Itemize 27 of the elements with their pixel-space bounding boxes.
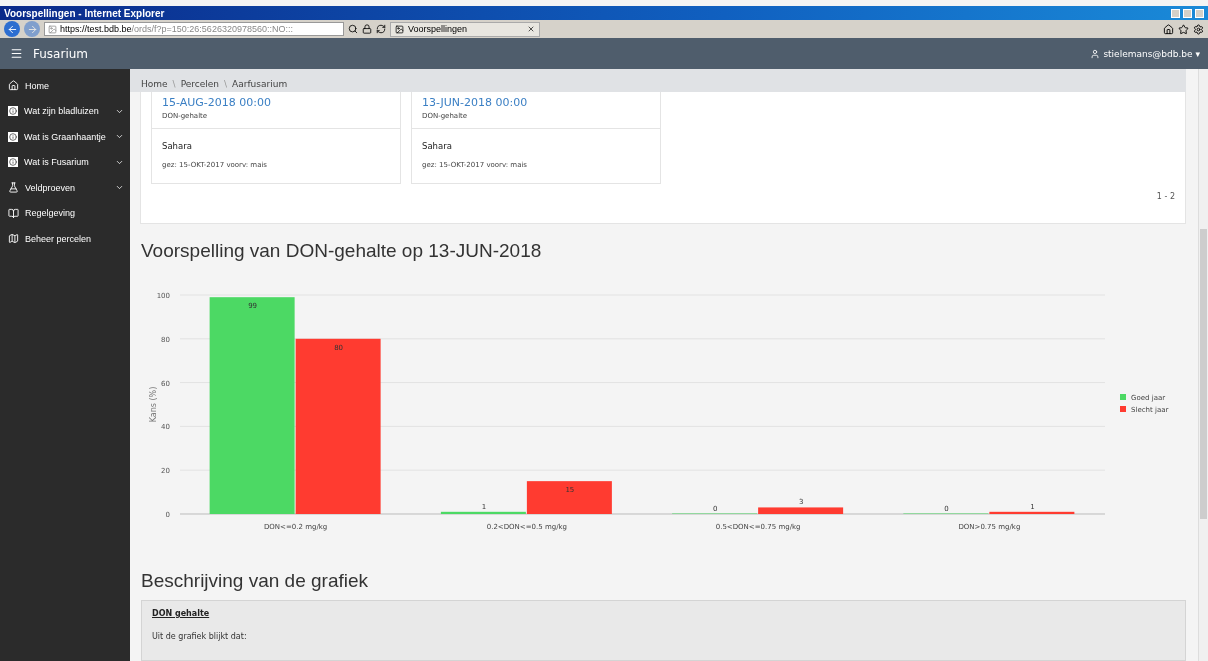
- description-text: Uit de grafiek blijkt dat:: [152, 632, 248, 641]
- card-date-link[interactable]: 13-JUN-2018 00:00: [422, 96, 650, 109]
- app-title: Fusarium: [33, 46, 90, 61]
- breadcrumb-link[interactable]: Percelen: [180, 78, 219, 89]
- pagination-text: 1 - 2: [1156, 192, 1175, 201]
- breadcrumb-link[interactable]: Aarfusarium: [232, 78, 288, 89]
- breadcrumb-link[interactable]: Home: [141, 78, 168, 89]
- section-heading: Beschrijving van de grafiek: [141, 570, 370, 592]
- user-menu[interactable]: stielemans@bdb.be ▾: [1090, 48, 1200, 59]
- window-title: Voorspellingen - Internet Explorer: [4, 7, 166, 19]
- sidebar-item[interactable]: Wat is Fusarium: [0, 149, 130, 175]
- browser-tab[interactable]: Voorspellingen: [390, 21, 540, 37]
- sidebar-item[interactable]: Regelgeving: [0, 200, 130, 226]
- section-heading: Voorspelling van DON-gehalte op 13-JUN-2018: [141, 240, 543, 262]
- card-field-name: Sahara: [422, 141, 453, 151]
- address-field[interactable]: https://test.bdb.be/ords/f?p=150:26:5626320978560::NO:::: [44, 22, 344, 36]
- breadcrumb-separator: \: [172, 78, 176, 89]
- sidebar-item[interactable]: Home: [0, 73, 130, 99]
- sidebar-item[interactable]: Beheer percelen: [0, 226, 130, 252]
- sidebar-item[interactable]: Wat zijn bladluizen: [0, 98, 130, 124]
- sidebar-item[interactable]: Veldproeven: [0, 175, 130, 201]
- card-date-link[interactable]: 15-AUG-2018 00:00: [162, 96, 390, 109]
- breadcrumb-separator: \: [224, 78, 228, 89]
- card-field-name: Sahara: [162, 141, 193, 151]
- sidebar-item[interactable]: Wat is Graanhaantje: [0, 124, 130, 150]
- axis-title: Kans (%): [149, 386, 158, 423]
- description-title: DON gehalte: [152, 609, 211, 618]
